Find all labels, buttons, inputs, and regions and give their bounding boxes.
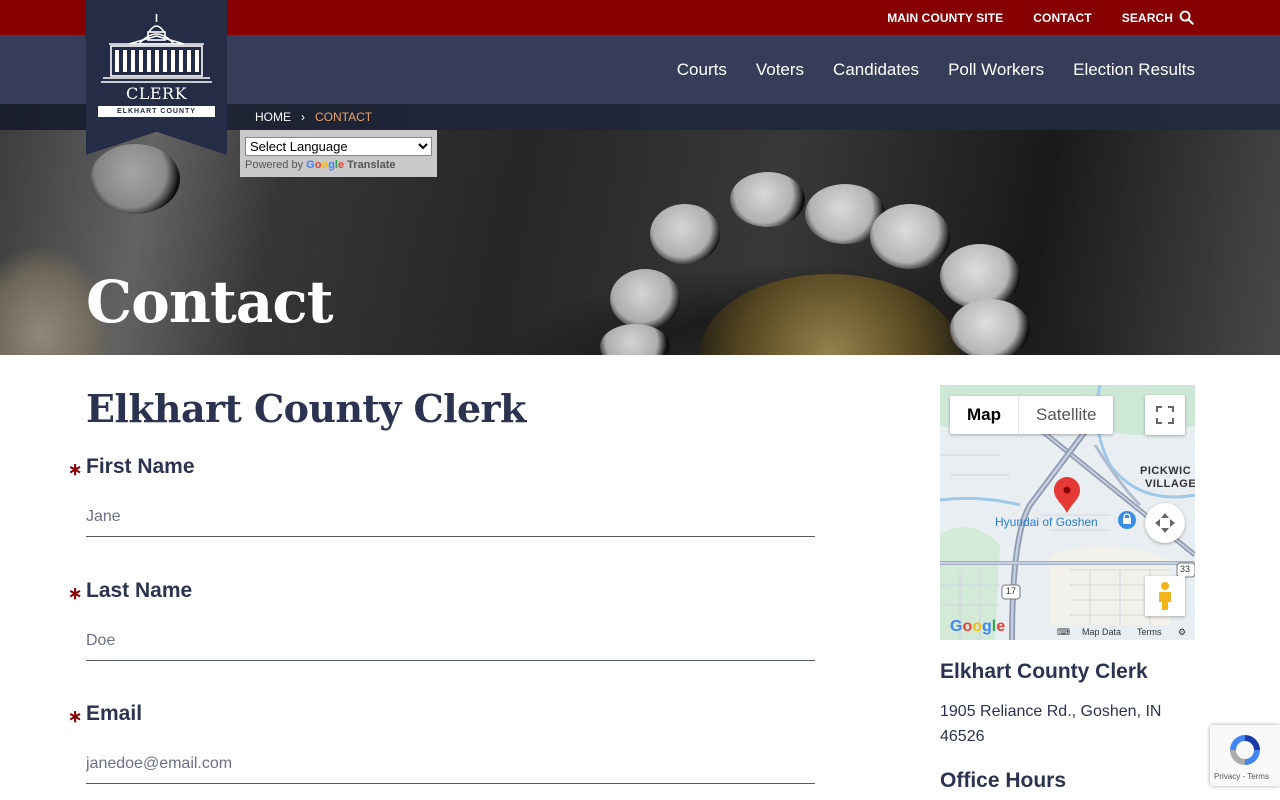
first-name-label: First Name bbox=[86, 455, 195, 478]
last-name-input[interactable] bbox=[86, 621, 815, 661]
required-asterisk: ∗ bbox=[68, 460, 83, 479]
map-label-hyundai: Hyundai of Goshen bbox=[995, 515, 1098, 529]
breadcrumb-separator: › bbox=[301, 110, 305, 124]
required-asterisk: ∗ bbox=[68, 584, 83, 603]
breadcrumb-home[interactable]: HOME bbox=[255, 110, 291, 124]
first-name-input[interactable] bbox=[86, 497, 815, 537]
email-label: Email bbox=[86, 702, 143, 725]
pegman-icon bbox=[1159, 582, 1171, 610]
clerk-logo[interactable]: CLERK ELKHART COUNTY bbox=[86, 0, 227, 155]
nav-voters[interactable]: Voters bbox=[756, 60, 804, 80]
search-link-label: SEARCH bbox=[1121, 10, 1173, 25]
breadcrumb: HOME › CONTACT bbox=[255, 104, 372, 130]
main-nav: Courts Voters Candidates Poll Workers El… bbox=[677, 35, 1195, 104]
nav-candidates[interactable]: Candidates bbox=[833, 60, 919, 80]
office-hours-heading: Office Hours bbox=[940, 769, 1067, 792]
nav-election-results[interactable]: Election Results bbox=[1073, 60, 1195, 80]
map-pan-control[interactable] bbox=[1145, 503, 1185, 543]
email-input[interactable] bbox=[86, 744, 815, 784]
fullscreen-icon bbox=[1156, 406, 1174, 424]
recaptcha-footer[interactable]: Privacy - Terms bbox=[1214, 772, 1269, 781]
satellite-tab[interactable]: Satellite bbox=[1018, 396, 1113, 434]
breadcrumb-current: CONTACT bbox=[315, 110, 373, 124]
google-map[interactable]: PICKWIC VILLAGE Hyundai of Goshen 17 33 … bbox=[940, 385, 1195, 640]
translate-link[interactable]: Translate bbox=[347, 159, 395, 171]
language-select[interactable]: Select Language bbox=[245, 137, 432, 156]
map-footer: ⌨ Map Data Terms ⚙ bbox=[940, 624, 1195, 640]
route-shield-17: 17 bbox=[1006, 586, 1017, 596]
form-heading: Elkhart County Clerk bbox=[86, 386, 526, 431]
map-terms-link[interactable]: Terms bbox=[1137, 627, 1162, 637]
keyboard-icon[interactable]: ⌨ bbox=[1057, 627, 1070, 638]
powered-by-text: Powered by Google Translate bbox=[245, 159, 395, 171]
street-view-pegman[interactable] bbox=[1145, 576, 1185, 616]
fullscreen-button[interactable] bbox=[1145, 395, 1185, 435]
page-title: Contact bbox=[86, 268, 333, 336]
map-data-link[interactable]: Map Data bbox=[1082, 627, 1121, 637]
courthouse-icon bbox=[101, 14, 212, 83]
powered-by-label: Powered by bbox=[245, 159, 304, 171]
search-icon bbox=[1179, 10, 1194, 25]
sidebar-org-name: Elkhart County Clerk bbox=[940, 660, 1148, 683]
logo-title: CLERK bbox=[125, 84, 188, 103]
map-tab[interactable]: Map bbox=[950, 396, 1018, 434]
google-logo: Google bbox=[306, 159, 345, 171]
recaptcha-badge[interactable]: Privacy - Terms bbox=[1210, 725, 1280, 786]
search-link[interactable]: SEARCH bbox=[1122, 10, 1194, 25]
sidebar-address: 1905 Reliance Rd., Goshen, IN 46526 bbox=[940, 703, 1162, 745]
last-name-label: Last Name bbox=[86, 579, 193, 602]
required-asterisk: ∗ bbox=[68, 707, 83, 726]
map-settings-icon[interactable]: ⚙ bbox=[1178, 627, 1186, 638]
contact-top-link[interactable]: CONTACT bbox=[1033, 11, 1091, 25]
main-county-site-link[interactable]: MAIN COUNTY SITE bbox=[887, 11, 1003, 25]
route-shield-33: 33 bbox=[1180, 564, 1191, 574]
nav-courts[interactable]: Courts bbox=[677, 60, 727, 80]
map-type-toggle: Map Satellite bbox=[950, 396, 1114, 434]
logo-subtitle: ELKHART COUNTY bbox=[98, 106, 215, 117]
map-label-village: VILLAGE bbox=[1145, 478, 1195, 490]
map-label-pickwick: PICKWIC bbox=[1140, 465, 1192, 477]
recaptcha-icon bbox=[1230, 735, 1260, 765]
pan-arrows-icon bbox=[1155, 513, 1175, 533]
top-utility-links: MAIN COUNTY SITE CONTACT SEARCH bbox=[887, 0, 1194, 35]
translate-widget: Select Language Powered by Google Transl… bbox=[240, 130, 437, 177]
nav-poll-workers[interactable]: Poll Workers bbox=[948, 60, 1044, 80]
